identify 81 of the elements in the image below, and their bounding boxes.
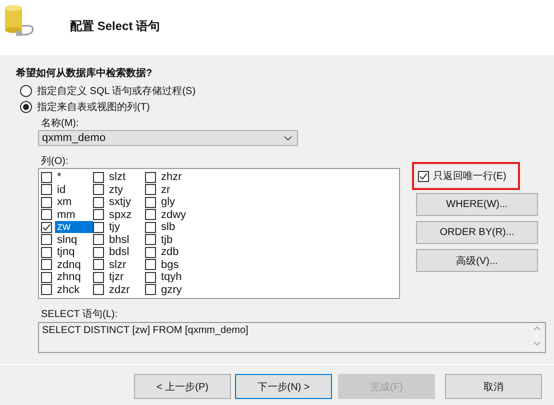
checkbox[interactable] <box>93 172 104 183</box>
checkbox[interactable] <box>93 184 104 196</box>
checkbox-label: 只返回唯一行(E) <box>433 170 506 183</box>
checkbox[interactable] <box>93 284 104 296</box>
sql-label: SELECT 语句(L): <box>41 308 118 320</box>
column-item[interactable]: bhsl <box>107 234 132 246</box>
checkbox[interactable] <box>145 284 156 296</box>
checkbox[interactable] <box>145 184 156 196</box>
column-item[interactable]: bgs <box>159 258 181 271</box>
question-label: 希望如何从数据库中检索数据? <box>16 66 154 80</box>
column-item[interactable]: bdsl <box>107 246 132 258</box>
column-item[interactable]: tqyh <box>159 271 184 284</box>
checkbox[interactable] <box>418 170 429 182</box>
side-button[interactable]: WHERE(W)... <box>416 193 538 216</box>
checkbox[interactable] <box>41 196 52 208</box>
checkbox[interactable] <box>93 259 104 270</box>
radio-label: 指定来自表或视图的列(T) <box>37 100 150 114</box>
checkbox[interactable] <box>93 234 104 246</box>
radio-label: 指定自定义 SQL 语句或存储过程(S) <box>37 84 196 98</box>
side-button[interactable]: 高级(V)... <box>416 249 538 272</box>
column-item[interactable]: zr <box>159 184 172 196</box>
checkbox[interactable] <box>145 196 156 208</box>
radio-button[interactable] <box>20 100 32 112</box>
column-item[interactable]: xm <box>55 196 74 208</box>
wizard-button[interactable]: < 上一步(P) <box>134 374 231 399</box>
checkbox[interactable] <box>145 222 156 233</box>
column-item[interactable]: tjy <box>107 221 122 234</box>
name-dropdown[interactable]: qxmm_demo <box>38 130 298 146</box>
checkbox[interactable] <box>145 234 156 246</box>
column-item[interactable]: spxz <box>107 208 134 221</box>
column-item[interactable]: zdzr <box>107 284 132 296</box>
checkbox[interactable] <box>93 196 104 208</box>
checkbox[interactable] <box>41 222 52 233</box>
column-item[interactable]: tjb <box>159 234 175 246</box>
checkbox[interactable] <box>93 246 104 258</box>
checkbox[interactable] <box>41 246 52 258</box>
checkbox[interactable] <box>93 222 104 233</box>
side-button[interactable]: ORDER BY(R)... <box>416 221 538 244</box>
checkbox[interactable] <box>41 284 52 296</box>
checkbox[interactable] <box>145 246 156 258</box>
column-item[interactable]: zhzr <box>159 171 184 184</box>
column-item[interactable]: slb <box>159 221 178 234</box>
column-item[interactable]: tjnq <box>55 246 77 258</box>
column-item[interactable]: id <box>55 184 68 196</box>
checkbox[interactable] <box>41 234 52 246</box>
radio-button[interactable] <box>20 84 32 96</box>
column-item[interactable]: zdwy <box>159 208 188 221</box>
column-item[interactable]: tjzr <box>107 271 126 284</box>
checkbox[interactable] <box>41 209 52 220</box>
checkbox[interactable] <box>41 184 52 196</box>
wizard-button[interactable]: 下一步(N) > <box>235 374 332 399</box>
name-label: 名称(M): <box>41 117 80 129</box>
column-item[interactable]: zhnq <box>55 271 83 284</box>
columns-label: 列(O): <box>41 155 70 167</box>
checkbox[interactable] <box>145 272 156 283</box>
wizard-button[interactable]: 取消 <box>445 374 542 399</box>
column-item[interactable]: zdb <box>159 246 181 258</box>
column-item[interactable]: slzt <box>107 171 128 184</box>
column-item[interactable]: slzr <box>107 258 128 271</box>
checkbox[interactable] <box>41 259 52 270</box>
checkbox[interactable] <box>145 172 156 183</box>
checkbox[interactable] <box>93 272 104 283</box>
checkbox[interactable] <box>93 209 104 220</box>
column-item[interactable]: slnq <box>55 234 80 246</box>
column-item[interactable]: mm <box>55 208 78 221</box>
column-item[interactable]: gzry <box>159 284 184 296</box>
column-item[interactable]: sxtjy <box>107 196 133 208</box>
dialog-title: 配置 Select 语句 <box>70 18 160 35</box>
column-item[interactable]: zdnq <box>55 258 83 271</box>
checkbox[interactable] <box>145 209 156 220</box>
chevron-down-icon <box>284 136 292 140</box>
column-item[interactable]: zw <box>55 221 93 234</box>
scroll-arrows-icon <box>533 325 541 347</box>
checkbox[interactable] <box>41 172 52 183</box>
column-item[interactable]: gly <box>159 196 178 208</box>
checkbox[interactable] <box>145 259 156 270</box>
column-item[interactable]: * <box>55 171 64 184</box>
sql-textbox[interactable]: SELECT DISTINCT [zw] FROM [qxmm_demo] <box>38 322 546 353</box>
column-item[interactable]: zhck <box>55 284 82 296</box>
column-item[interactable]: zty <box>107 184 126 196</box>
checkbox[interactable] <box>41 272 52 283</box>
